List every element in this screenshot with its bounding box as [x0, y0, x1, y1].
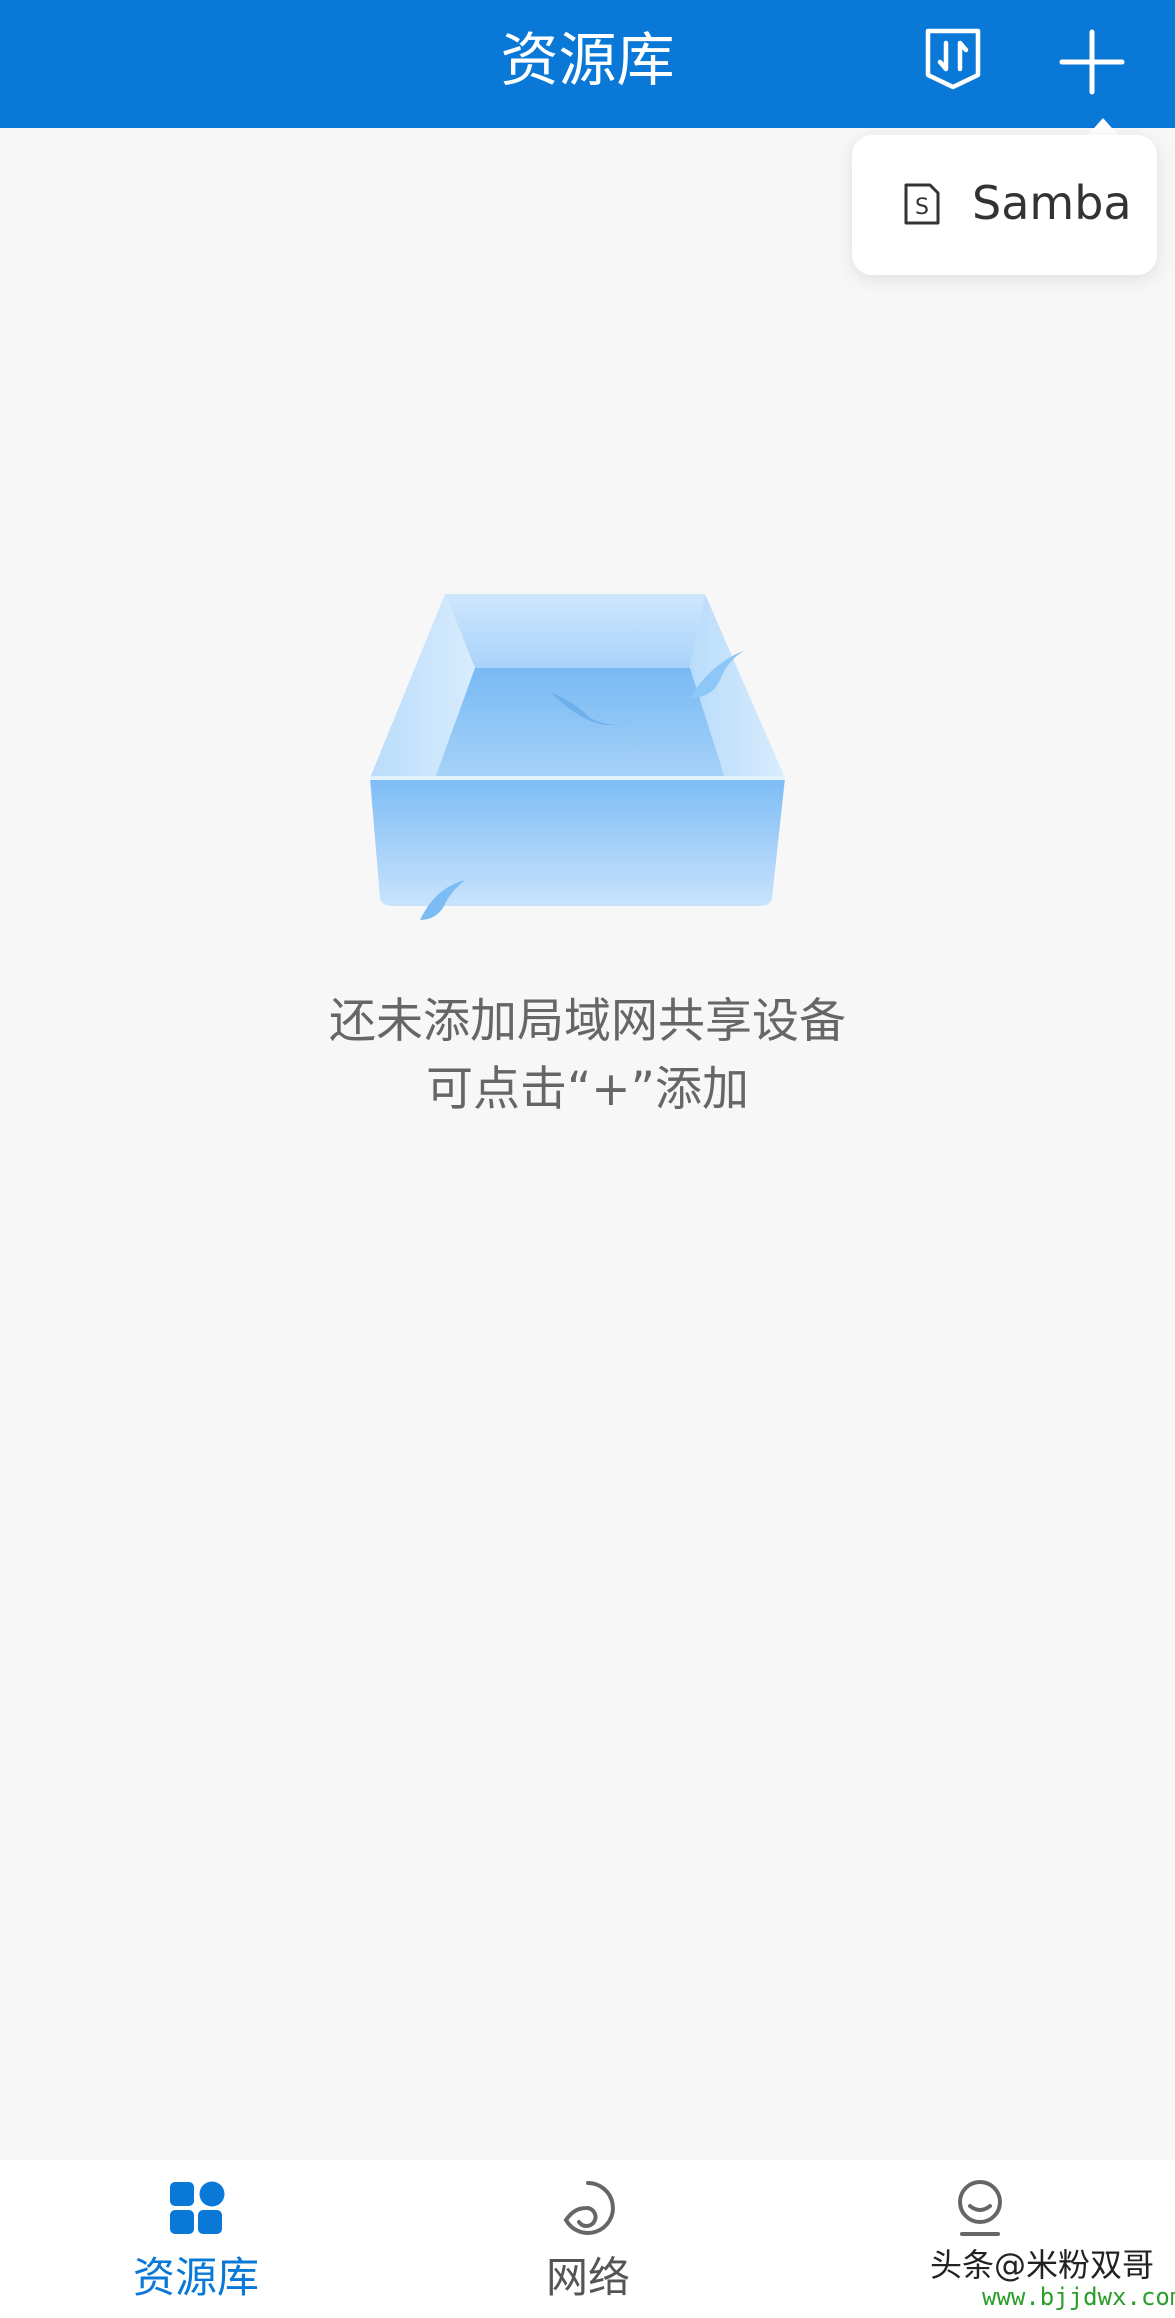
sort-arrows-icon [925, 28, 981, 90]
watermark-url: www.bjjdwx.com [982, 2283, 1175, 2311]
app-root: 资源库 S Samba 还未添加局域网共享设备 可点击“+”添加 资源库 网络 … [0, 0, 1175, 2318]
profile-icon [958, 2180, 1002, 2236]
add-device-menu: S Samba [852, 135, 1157, 275]
sort-button[interactable] [920, 25, 986, 91]
grid-apps-icon [170, 2181, 225, 2234]
menu-item-samba[interactable]: S Samba [852, 135, 1157, 275]
nav-tab-label: 网络 [545, 2253, 630, 2302]
menu-item-label: Samba [972, 176, 1132, 230]
menu-pointer [1087, 118, 1119, 136]
svg-text:S: S [915, 195, 929, 220]
empty-state-hint: 可点击“+”添加 [425, 1062, 750, 1117]
page-title: 资源库 [500, 26, 675, 94]
nav-tab-network[interactable]: 网络 [392, 2160, 784, 2318]
samba-s-icon: S [904, 183, 940, 225]
watermark-text: 头条@米粉双哥 [930, 2246, 1155, 2284]
nav-tab-library[interactable]: 资源库 [0, 2160, 392, 2318]
empty-state-message: 还未添加局域网共享设备 [329, 994, 846, 1049]
watermark: 头条@米粉双哥 www.bjjdwx.com [930, 2245, 1175, 2315]
nav-tab-label: 资源库 [132, 2253, 259, 2302]
top-app-bar: 资源库 [0, 0, 1175, 128]
add-button[interactable] [1058, 28, 1126, 96]
plus-icon [1059, 29, 1125, 95]
network-swirl-icon [564, 2181, 615, 2235]
empty-box-illustration [370, 594, 785, 920]
